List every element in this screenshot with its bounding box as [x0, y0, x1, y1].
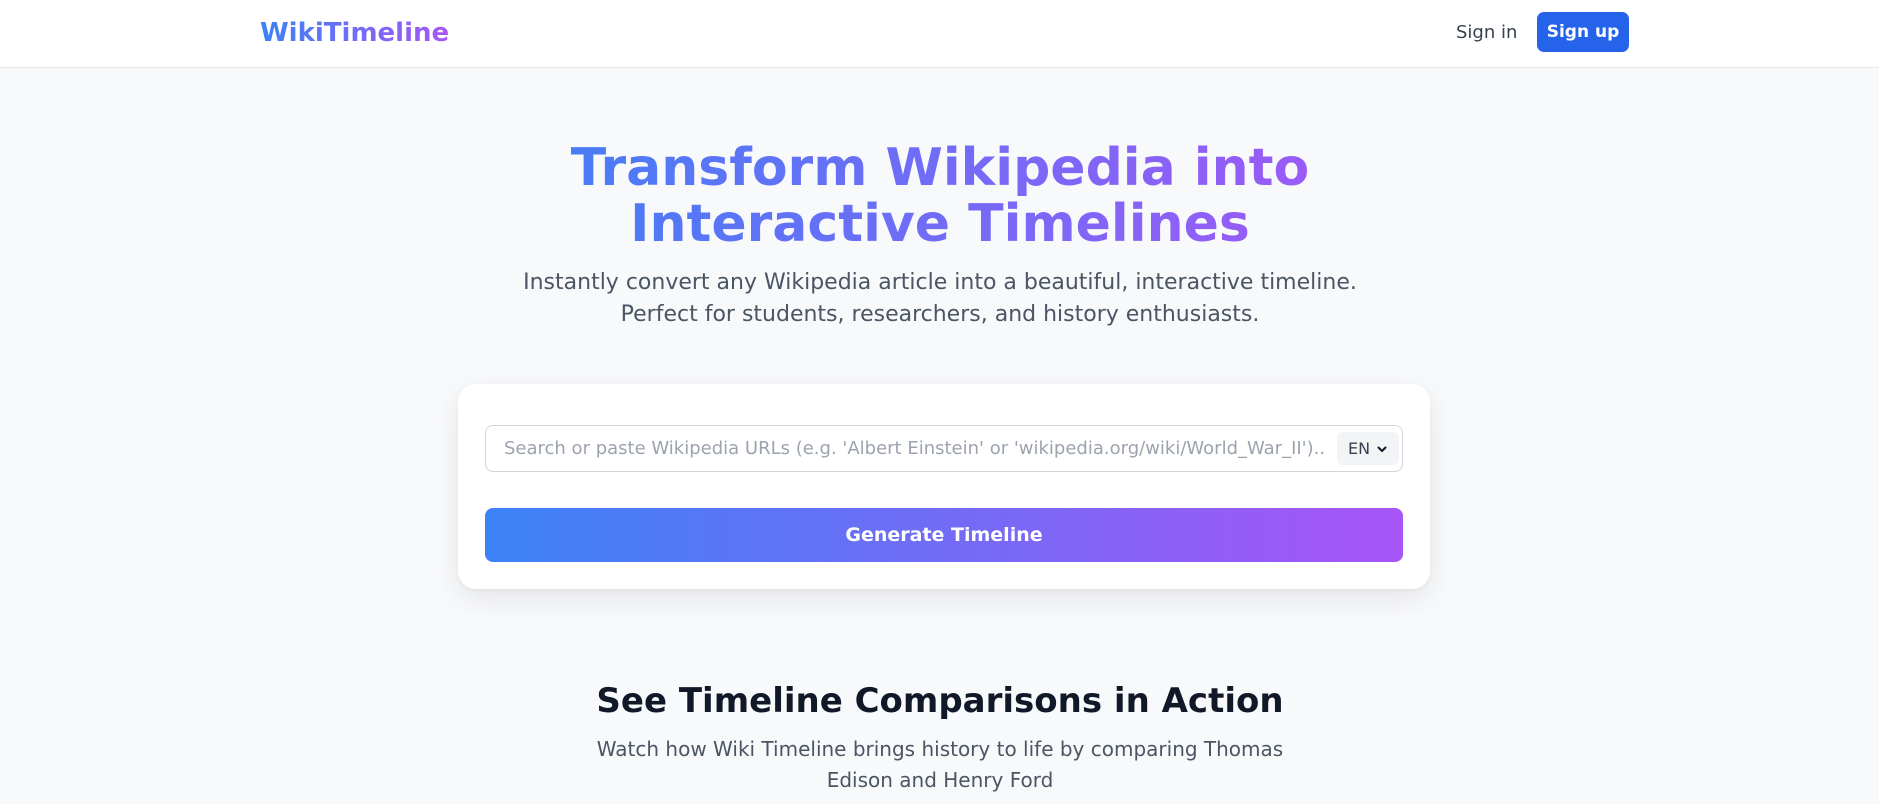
navbar: WikiTimeline Sign in Sign up	[0, 0, 1879, 68]
hero-subtitle: Instantly convert any Wikipedia article …	[523, 270, 1357, 327]
hero-title: Transform Wikipedia into Interactive Tim…	[440, 140, 1440, 252]
sign-in-button[interactable]: Sign in	[1456, 18, 1517, 48]
language-value: EN	[1347, 439, 1371, 458]
search-input[interactable]	[487, 427, 1327, 470]
generate-timeline-button[interactable]: Generate Timeline	[485, 508, 1403, 562]
comparisons-subtitle: Watch how Wiki Timeline brings history t…	[596, 737, 1284, 792]
chevron-down-icon	[1377, 446, 1387, 452]
comparisons-title: See Timeline Comparisons in Action	[596, 681, 1284, 721]
search-box: EN	[485, 425, 1403, 472]
brand-logo[interactable]: WikiTimeline	[260, 16, 449, 50]
search-card: EN Generate Timeline	[458, 384, 1430, 589]
language-select[interactable]: EN	[1337, 432, 1399, 465]
sign-up-button[interactable]: Sign up	[1537, 12, 1629, 52]
